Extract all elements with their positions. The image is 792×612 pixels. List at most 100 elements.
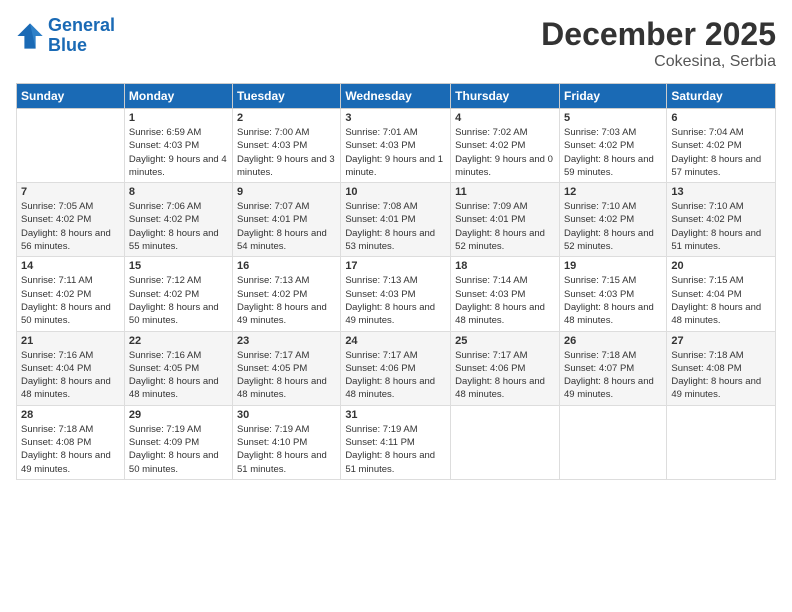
day-number: 1	[129, 112, 228, 124]
day-cell: 7 Sunrise: 7:05 AMSunset: 4:02 PMDaylight…	[17, 183, 125, 257]
day-number: 29	[129, 409, 228, 421]
day-number: 4	[455, 112, 555, 124]
day-info: Sunrise: 7:12 AMSunset: 4:02 PMDaylight:…	[129, 274, 228, 327]
day-info: Sunrise: 7:05 AMSunset: 4:02 PMDaylight:…	[21, 200, 120, 253]
day-cell: 5 Sunrise: 7:03 AMSunset: 4:02 PMDaylight…	[559, 109, 666, 183]
day-info: Sunrise: 7:17 AMSunset: 4:06 PMDaylight:…	[345, 349, 446, 402]
day-cell	[667, 405, 776, 479]
day-cell: 13Sunrise: 7:10 AMSunset: 4:02 PMDayligh…	[667, 183, 776, 257]
day-cell: 15Sunrise: 7:12 AMSunset: 4:02 PMDayligh…	[124, 257, 232, 331]
main-title: December 2025	[541, 16, 776, 53]
day-info: Sunrise: 7:10 AMSunset: 4:02 PMDaylight:…	[671, 200, 771, 253]
logo-icon	[16, 22, 44, 50]
day-info: Sunrise: 7:18 AMSunset: 4:07 PMDaylight:…	[564, 349, 662, 402]
day-cell: 24 Sunrise: 7:17 AMSunset: 4:06 PMDayligh…	[341, 331, 451, 405]
logo-text: General Blue	[48, 16, 115, 56]
day-cell: 28 Sunrise: 7:18 AMSunset: 4:08 PMDayligh…	[17, 405, 125, 479]
day-number: 31	[345, 409, 446, 421]
week-row-1: 1 Sunrise: 6:59 AMSunset: 4:03 PMDaylight…	[17, 109, 776, 183]
col-header-friday: Friday	[559, 84, 666, 109]
day-info: Sunrise: 7:18 AMSunset: 4:08 PMDaylight:…	[671, 349, 771, 402]
day-cell: 31 Sunrise: 7:19 AMSunset: 4:11 PMDayligh…	[341, 405, 451, 479]
logo-line2: Blue	[48, 35, 87, 55]
day-cell: 21Sunrise: 7:16 AMSunset: 4:04 PMDayligh…	[17, 331, 125, 405]
day-info: Sunrise: 7:08 AMSunset: 4:01 PMDaylight:…	[345, 200, 446, 253]
day-info: Sunrise: 7:15 AMSunset: 4:03 PMDaylight:…	[564, 274, 662, 327]
day-number: 2	[237, 112, 336, 124]
day-info: Sunrise: 7:18 AMSunset: 4:08 PMDaylight:…	[21, 423, 120, 476]
calendar-table: SundayMondayTuesdayWednesdayThursdayFrid…	[16, 83, 776, 480]
week-row-4: 21Sunrise: 7:16 AMSunset: 4:04 PMDayligh…	[17, 331, 776, 405]
day-number: 20	[671, 260, 771, 272]
day-cell: 25 Sunrise: 7:17 AMSunset: 4:06 PMDayligh…	[451, 331, 560, 405]
day-cell	[559, 405, 666, 479]
subtitle: Cokesina, Serbia	[541, 53, 776, 71]
day-cell	[17, 109, 125, 183]
week-row-3: 14Sunrise: 7:11 AMSunset: 4:02 PMDayligh…	[17, 257, 776, 331]
col-header-tuesday: Tuesday	[233, 84, 341, 109]
day-info: Sunrise: 7:02 AMSunset: 4:02 PMDaylight:…	[455, 126, 555, 179]
day-number: 9	[237, 186, 336, 198]
day-number: 7	[21, 186, 120, 198]
day-info: Sunrise: 7:15 AMSunset: 4:04 PMDaylight:…	[671, 274, 771, 327]
day-cell: 4 Sunrise: 7:02 AMSunset: 4:02 PMDaylight…	[451, 109, 560, 183]
day-info: Sunrise: 7:13 AMSunset: 4:02 PMDaylight:…	[237, 274, 336, 327]
day-number: 10	[345, 186, 446, 198]
logo-line1: General	[48, 15, 115, 35]
day-number: 25	[455, 335, 555, 347]
day-number: 14	[21, 260, 120, 272]
day-info: Sunrise: 7:06 AMSunset: 4:02 PMDaylight:…	[129, 200, 228, 253]
day-cell: 12 Sunrise: 7:10 AMSunset: 4:02 PMDayligh…	[559, 183, 666, 257]
week-row-5: 28 Sunrise: 7:18 AMSunset: 4:08 PMDayligh…	[17, 405, 776, 479]
day-cell	[451, 405, 560, 479]
header: General Blue December 2025 Cokesina, Ser…	[16, 16, 776, 71]
day-info: Sunrise: 7:14 AMSunset: 4:03 PMDaylight:…	[455, 274, 555, 327]
day-info: Sunrise: 7:17 AMSunset: 4:06 PMDaylight:…	[455, 349, 555, 402]
day-info: Sunrise: 7:17 AMSunset: 4:05 PMDaylight:…	[237, 349, 336, 402]
day-number: 27	[671, 335, 771, 347]
day-cell: 22 Sunrise: 7:16 AMSunset: 4:05 PMDayligh…	[124, 331, 232, 405]
day-number: 22	[129, 335, 228, 347]
day-cell: 1 Sunrise: 6:59 AMSunset: 4:03 PMDaylight…	[124, 109, 232, 183]
day-number: 30	[237, 409, 336, 421]
col-header-saturday: Saturday	[667, 84, 776, 109]
day-number: 8	[129, 186, 228, 198]
day-number: 28	[21, 409, 120, 421]
day-cell: 27 Sunrise: 7:18 AMSunset: 4:08 PMDayligh…	[667, 331, 776, 405]
day-info: Sunrise: 7:01 AMSunset: 4:03 PMDaylight:…	[345, 126, 446, 179]
col-header-sunday: Sunday	[17, 84, 125, 109]
logo: General Blue	[16, 16, 115, 56]
week-row-2: 7 Sunrise: 7:05 AMSunset: 4:02 PMDaylight…	[17, 183, 776, 257]
day-cell: 26 Sunrise: 7:18 AMSunset: 4:07 PMDayligh…	[559, 331, 666, 405]
day-cell: 30Sunrise: 7:19 AMSunset: 4:10 PMDayligh…	[233, 405, 341, 479]
day-cell: 8 Sunrise: 7:06 AMSunset: 4:02 PMDaylight…	[124, 183, 232, 257]
day-info: Sunrise: 7:10 AMSunset: 4:02 PMDaylight:…	[564, 200, 662, 253]
day-cell: 2 Sunrise: 7:00 AMSunset: 4:03 PMDaylight…	[233, 109, 341, 183]
day-info: Sunrise: 7:03 AMSunset: 4:02 PMDaylight:…	[564, 126, 662, 179]
day-cell: 11 Sunrise: 7:09 AMSunset: 4:01 PMDayligh…	[451, 183, 560, 257]
day-number: 17	[345, 260, 446, 272]
day-info: Sunrise: 7:04 AMSunset: 4:02 PMDaylight:…	[671, 126, 771, 179]
calendar-header-row: SundayMondayTuesdayWednesdayThursdayFrid…	[17, 84, 776, 109]
day-info: Sunrise: 7:09 AMSunset: 4:01 PMDaylight:…	[455, 200, 555, 253]
day-info: Sunrise: 7:07 AMSunset: 4:01 PMDaylight:…	[237, 200, 336, 253]
day-number: 3	[345, 112, 446, 124]
day-info: Sunrise: 7:19 AMSunset: 4:09 PMDaylight:…	[129, 423, 228, 476]
day-number: 24	[345, 335, 446, 347]
day-number: 26	[564, 335, 662, 347]
day-number: 5	[564, 112, 662, 124]
day-number: 16	[237, 260, 336, 272]
day-info: Sunrise: 7:16 AMSunset: 4:05 PMDaylight:…	[129, 349, 228, 402]
day-number: 18	[455, 260, 555, 272]
day-number: 12	[564, 186, 662, 198]
day-info: Sunrise: 6:59 AMSunset: 4:03 PMDaylight:…	[129, 126, 228, 179]
day-info: Sunrise: 7:00 AMSunset: 4:03 PMDaylight:…	[237, 126, 336, 179]
day-cell: 10 Sunrise: 7:08 AMSunset: 4:01 PMDayligh…	[341, 183, 451, 257]
day-info: Sunrise: 7:13 AMSunset: 4:03 PMDaylight:…	[345, 274, 446, 327]
day-number: 19	[564, 260, 662, 272]
day-info: Sunrise: 7:19 AMSunset: 4:11 PMDaylight:…	[345, 423, 446, 476]
title-block: December 2025 Cokesina, Serbia	[541, 16, 776, 71]
day-number: 11	[455, 186, 555, 198]
day-number: 21	[21, 335, 120, 347]
col-header-monday: Monday	[124, 84, 232, 109]
